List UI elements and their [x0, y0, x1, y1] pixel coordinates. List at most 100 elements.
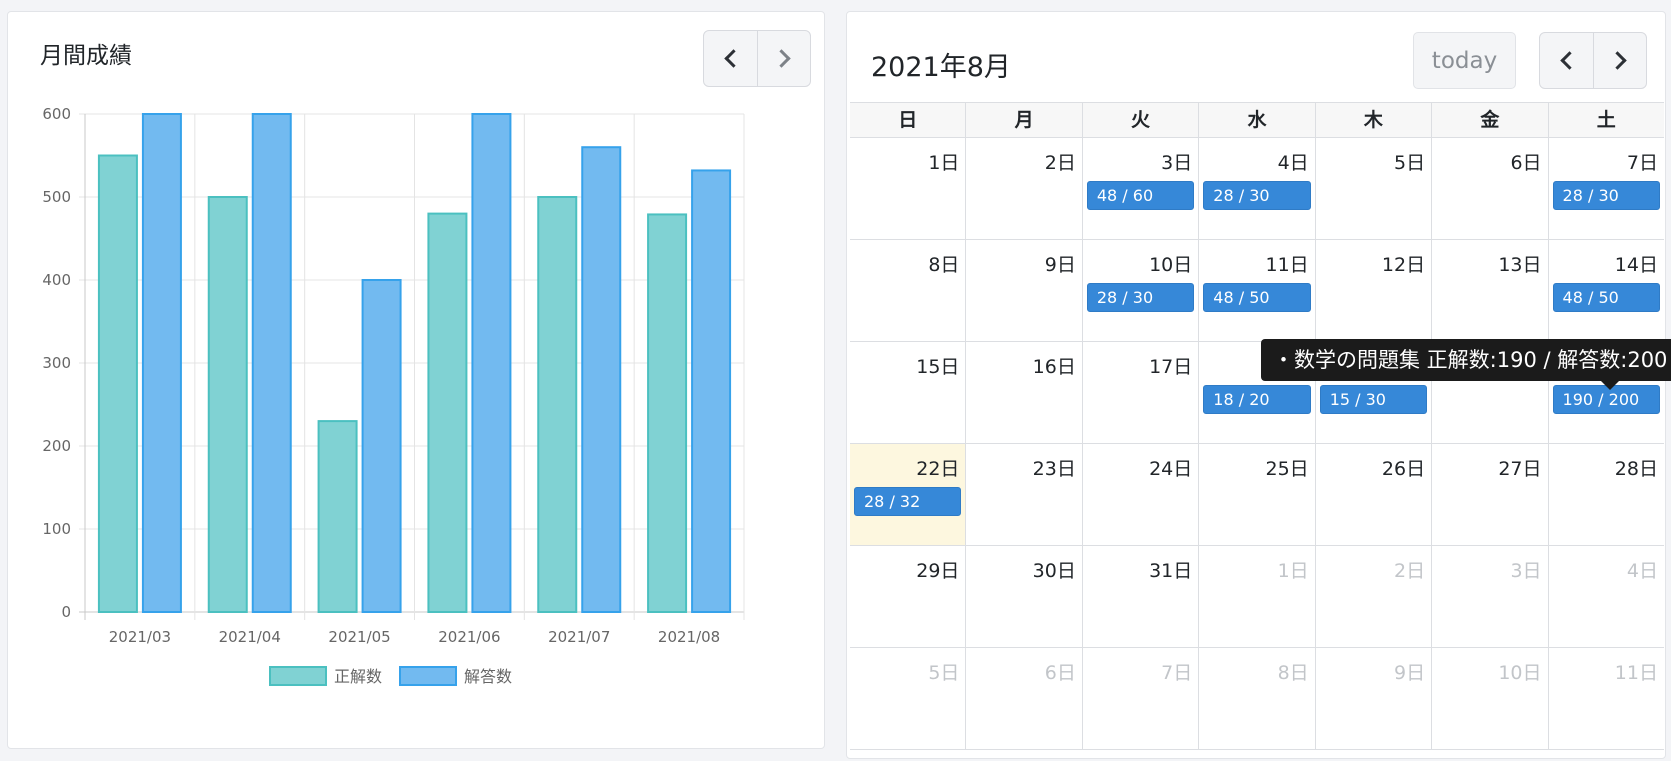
day-number: 5日: [1394, 152, 1426, 174]
calendar-event[interactable]: 48 / 50: [1552, 283, 1660, 312]
calendar-day[interactable]: 1日: [1198, 546, 1314, 647]
y-tick-label: 300: [42, 354, 71, 372]
day-number: 22日: [916, 458, 960, 480]
legend-swatch: [269, 666, 327, 686]
calendar-day[interactable]: 24日: [1081, 444, 1198, 545]
calendar-day[interactable]: 26日: [1314, 444, 1431, 545]
calendar-day[interactable]: 5日: [1314, 138, 1431, 239]
chevron-left-icon: [1559, 51, 1579, 70]
calendar-event[interactable]: 48 / 50: [1203, 283, 1311, 312]
calendar-event[interactable]: 48 / 60: [1086, 181, 1195, 210]
calendar-day[interactable]: 9日: [1314, 648, 1431, 749]
day-number: 8日: [928, 254, 960, 276]
calendar-day-today[interactable]: 22日 28 / 32: [850, 444, 966, 545]
day-number: 10日: [1149, 254, 1193, 276]
calendar-day[interactable]: 12日: [1314, 240, 1431, 341]
calendar-event[interactable]: 15 / 30: [1319, 385, 1428, 414]
calendar-day[interactable]: 7日: [1081, 648, 1198, 749]
legend-swatch: [399, 666, 457, 686]
calendar-day[interactable]: 30日: [965, 546, 1081, 647]
calendar-event[interactable]: 28 / 30: [1203, 181, 1311, 210]
bar: [471, 113, 512, 613]
weekday-label: 金: [1431, 103, 1547, 137]
bar: [691, 169, 732, 613]
calendar-day[interactable]: 14日 48 / 50: [1547, 240, 1664, 341]
day-number: 26日: [1381, 458, 1426, 480]
calendar-event[interactable]: 28 / 30: [1552, 181, 1660, 210]
calendar-day[interactable]: 6日: [1431, 138, 1547, 239]
bar: [251, 113, 292, 613]
day-number: 2日: [1044, 152, 1076, 174]
calendar-day[interactable]: 10日 28 / 30: [1081, 240, 1198, 341]
bar: [647, 213, 688, 613]
bar: [141, 113, 182, 613]
calendar-title: 2021年8月: [871, 52, 1011, 83]
calendar-day[interactable]: 8日: [850, 240, 965, 341]
day-number: 3日: [1161, 152, 1193, 174]
calendar-day[interactable]: 8日: [1198, 648, 1314, 749]
calendar-day[interactable]: 23日: [965, 444, 1081, 545]
weekday-label: 水: [1198, 103, 1314, 137]
day-number: 27日: [1498, 458, 1542, 480]
calendar-day[interactable]: 31日: [1081, 546, 1198, 647]
day-number: 1日: [1277, 560, 1309, 582]
y-tick-label: 200: [42, 437, 71, 455]
calendar-day[interactable]: 9日: [965, 240, 1081, 341]
calendar-day[interactable]: 5日: [850, 648, 965, 749]
event-tooltip: ・数学の問題集 正解数:190 / 解答数:200: [1261, 339, 1671, 390]
calendar-day[interactable]: 4日 28 / 30: [1198, 138, 1314, 239]
calendar-day[interactable]: 17日: [1081, 342, 1198, 443]
weekday-label: 土: [1547, 103, 1664, 137]
calendar-card: 2021年8月 today 日 月火水木金土 1日 2日 3日 48 / 60 4日 28 …: [846, 11, 1671, 759]
calendar-day[interactable]: 4日: [1547, 546, 1664, 647]
calendar-day[interactable]: 11日: [1547, 648, 1664, 749]
calendar-next-button[interactable]: [1593, 33, 1646, 88]
bar: [317, 420, 358, 613]
calendar-day[interactable]: 2日: [1314, 546, 1431, 647]
day-number: 9日: [1394, 662, 1426, 684]
calendar-week-row: 22日 28 / 32 23日 24日 25日 26日 27日 28日: [850, 444, 1664, 546]
calendar-day[interactable]: 1日: [850, 138, 965, 239]
x-tick-label: 2021/03: [109, 628, 171, 646]
calendar-day[interactable]: 11日 48 / 50: [1198, 240, 1314, 341]
calendar-day[interactable]: 28日: [1547, 444, 1664, 545]
day-number: 10日: [1498, 662, 1542, 684]
y-tick-label: 0: [61, 603, 71, 621]
calendar-event[interactable]: 18 / 20: [1203, 385, 1311, 414]
day-number: 13日: [1498, 254, 1542, 276]
day-number: 9日: [1044, 254, 1076, 276]
day-number: 5日: [928, 662, 960, 684]
calendar-day[interactable]: 15日: [850, 342, 965, 443]
bar: [537, 196, 578, 613]
calendar-event[interactable]: 28 / 30: [1086, 283, 1195, 312]
calendar-event[interactable]: 28 / 32: [854, 487, 962, 516]
calendar-day[interactable]: 16日: [965, 342, 1081, 443]
calendar-body: 1日 2日 3日 48 / 60 4日 28 / 30 5日 6日 7日 28 / 30 8日 9日 1…: [850, 138, 1664, 750]
x-tick-label: 2021/04: [219, 628, 281, 646]
day-number: 7日: [1161, 662, 1193, 684]
day-number: 3日: [1510, 560, 1542, 582]
day-number: 25日: [1265, 458, 1309, 480]
calendar-day[interactable]: 27日: [1431, 444, 1547, 545]
calendar-day[interactable]: 10日: [1431, 648, 1547, 749]
calendar-day[interactable]: 13日: [1431, 240, 1547, 341]
day-number: 4日: [1277, 152, 1309, 174]
calendar-week-row: 8日 9日 10日 28 / 30 11日 48 / 50 12日 13日 14日 48 / 50: [850, 240, 1664, 342]
day-number: 16日: [1032, 356, 1076, 378]
x-tick-label: 2021/05: [328, 628, 390, 646]
calendar-day[interactable]: 3日 48 / 60: [1081, 138, 1198, 239]
calendar-day[interactable]: 29日: [850, 546, 965, 647]
calendar-day[interactable]: 6日: [965, 648, 1081, 749]
calendar-day[interactable]: 7日 28 / 30: [1547, 138, 1664, 239]
legend-label: 解答数: [464, 667, 512, 686]
y-tick-label: 600: [42, 105, 71, 123]
day-number: 2日: [1394, 560, 1426, 582]
day-number: 6日: [1510, 152, 1542, 174]
calendar-day[interactable]: 3日: [1431, 546, 1547, 647]
today-button[interactable]: today: [1413, 32, 1516, 89]
calendar-day[interactable]: 2日: [965, 138, 1081, 239]
chevron-right-icon: [1608, 51, 1627, 70]
calendar-day[interactable]: 25日: [1198, 444, 1314, 545]
calendar-prev-button[interactable]: [1540, 33, 1593, 88]
bar-chart: 0 100 200 300 400 500 600 2021/03 2021/04 2021/05…: [42, 105, 745, 686]
